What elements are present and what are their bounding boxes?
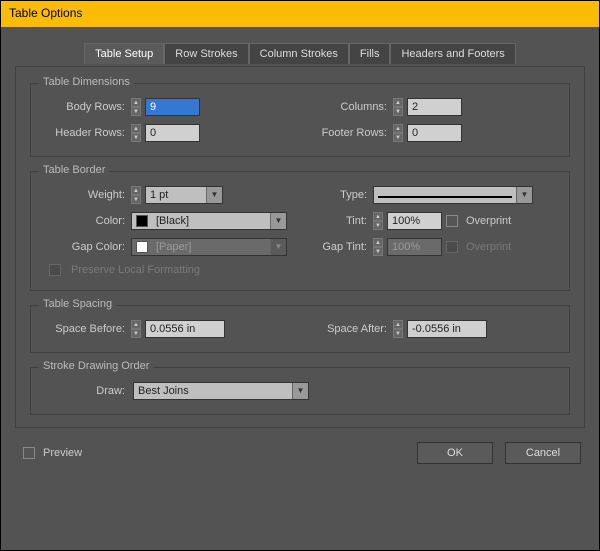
tab-panel: Table Dimensions Body Rows: ▲▼ Columns: … — [15, 66, 585, 428]
input-space-after[interactable] — [407, 320, 487, 338]
group-table-dimensions: Table Dimensions Body Rows: ▲▼ Columns: … — [30, 83, 570, 157]
label-type: Type: — [303, 189, 369, 201]
input-tint[interactable] — [387, 212, 442, 230]
select-draw-value: Best Joins — [134, 385, 292, 397]
label-columns: Columns: — [303, 101, 389, 113]
label-preview: Preview — [43, 447, 82, 459]
select-gap-color: [Paper] ▼ — [131, 238, 287, 256]
label-gap-overprint: Overprint — [466, 241, 511, 253]
label-space-before: Space Before: — [41, 323, 127, 335]
chevron-down-icon: ▼ — [270, 213, 286, 229]
cancel-button[interactable]: Cancel — [505, 442, 581, 464]
dialog-title: Table Options — [1, 1, 599, 27]
select-draw[interactable]: Best Joins ▼ — [133, 382, 309, 400]
chevron-down-icon: ▼ — [270, 239, 286, 255]
group-table-spacing: Table Spacing Space Before: ▲▼ Space Aft… — [30, 305, 570, 353]
label-weight: Weight: — [41, 189, 127, 201]
select-weight-value: 1 pt — [146, 189, 206, 201]
label-draw: Draw: — [41, 385, 127, 397]
checkbox-preview[interactable] — [23, 447, 35, 459]
select-color-value: [Black] — [152, 215, 270, 227]
color-swatch-icon — [136, 241, 148, 253]
label-space-after: Space After: — [303, 323, 389, 335]
stepper-space-before[interactable]: ▲▼ — [131, 320, 141, 338]
type-line-preview — [374, 189, 516, 201]
dialog-body: Table Setup Row Strokes Column Strokes F… — [1, 27, 599, 472]
chevron-down-icon: ▼ — [206, 187, 222, 203]
select-type[interactable]: ▼ — [373, 186, 533, 204]
stepper-body-rows[interactable]: ▲▼ — [131, 98, 141, 116]
label-color: Color: — [41, 215, 127, 227]
stepper-header-rows[interactable]: ▲▼ — [131, 124, 141, 142]
ok-button[interactable]: OK — [417, 442, 493, 464]
label-overprint: Overprint — [466, 215, 511, 227]
tab-bar: Table Setup Row Strokes Column Strokes F… — [15, 43, 585, 64]
group-label-border: Table Border — [39, 164, 109, 176]
input-footer-rows[interactable] — [407, 124, 462, 142]
label-header-rows: Header Rows: — [41, 127, 127, 139]
stepper-footer-rows[interactable]: ▲▼ — [393, 124, 403, 142]
tab-table-setup[interactable]: Table Setup — [84, 43, 164, 64]
input-columns[interactable] — [407, 98, 462, 116]
color-swatch-icon — [136, 215, 148, 227]
group-label-spacing: Table Spacing — [39, 298, 116, 310]
group-stroke-order: Stroke Drawing Order Draw: Best Joins ▼ — [30, 367, 570, 415]
select-color[interactable]: [Black] ▼ — [131, 212, 287, 230]
stepper-gap-tint: ▲▼ — [373, 238, 383, 256]
tab-row-strokes[interactable]: Row Strokes — [164, 43, 248, 64]
dialog-window: Table Options Table Setup Row Strokes Co… — [0, 0, 600, 551]
group-table-border: Table Border Weight: ▲▼ 1 pt ▼ Type: — [30, 171, 570, 291]
label-preserve-formatting: Preserve Local Formatting — [71, 264, 200, 276]
stepper-columns[interactable]: ▲▼ — [393, 98, 403, 116]
select-weight[interactable]: 1 pt ▼ — [145, 186, 223, 204]
stepper-space-after[interactable]: ▲▼ — [393, 320, 403, 338]
label-gap-tint: Gap Tint: — [303, 241, 369, 253]
checkbox-preserve-formatting — [49, 264, 61, 276]
input-gap-tint — [387, 238, 442, 256]
tab-column-strokes[interactable]: Column Strokes — [249, 43, 349, 64]
checkbox-gap-overprint — [446, 241, 458, 253]
group-label-dimensions: Table Dimensions — [39, 76, 134, 88]
label-footer-rows: Footer Rows: — [303, 127, 389, 139]
label-body-rows: Body Rows: — [41, 101, 127, 113]
dialog-footer: Preview OK Cancel — [15, 442, 585, 464]
label-gap-color: Gap Color: — [41, 241, 127, 253]
label-tint: Tint: — [303, 215, 369, 227]
checkbox-overprint[interactable] — [446, 215, 458, 227]
select-gap-color-value: [Paper] — [152, 241, 270, 253]
tab-headers-footers[interactable]: Headers and Footers — [390, 43, 515, 64]
input-header-rows[interactable] — [145, 124, 200, 142]
stepper-tint[interactable]: ▲▼ — [373, 212, 383, 230]
stepper-weight[interactable]: ▲▼ — [131, 186, 141, 204]
tab-fills[interactable]: Fills — [349, 43, 391, 64]
input-body-rows[interactable] — [145, 98, 200, 116]
input-space-before[interactable] — [145, 320, 225, 338]
group-label-order: Stroke Drawing Order — [39, 360, 153, 372]
chevron-down-icon: ▼ — [292, 383, 308, 399]
chevron-down-icon: ▼ — [516, 187, 532, 203]
